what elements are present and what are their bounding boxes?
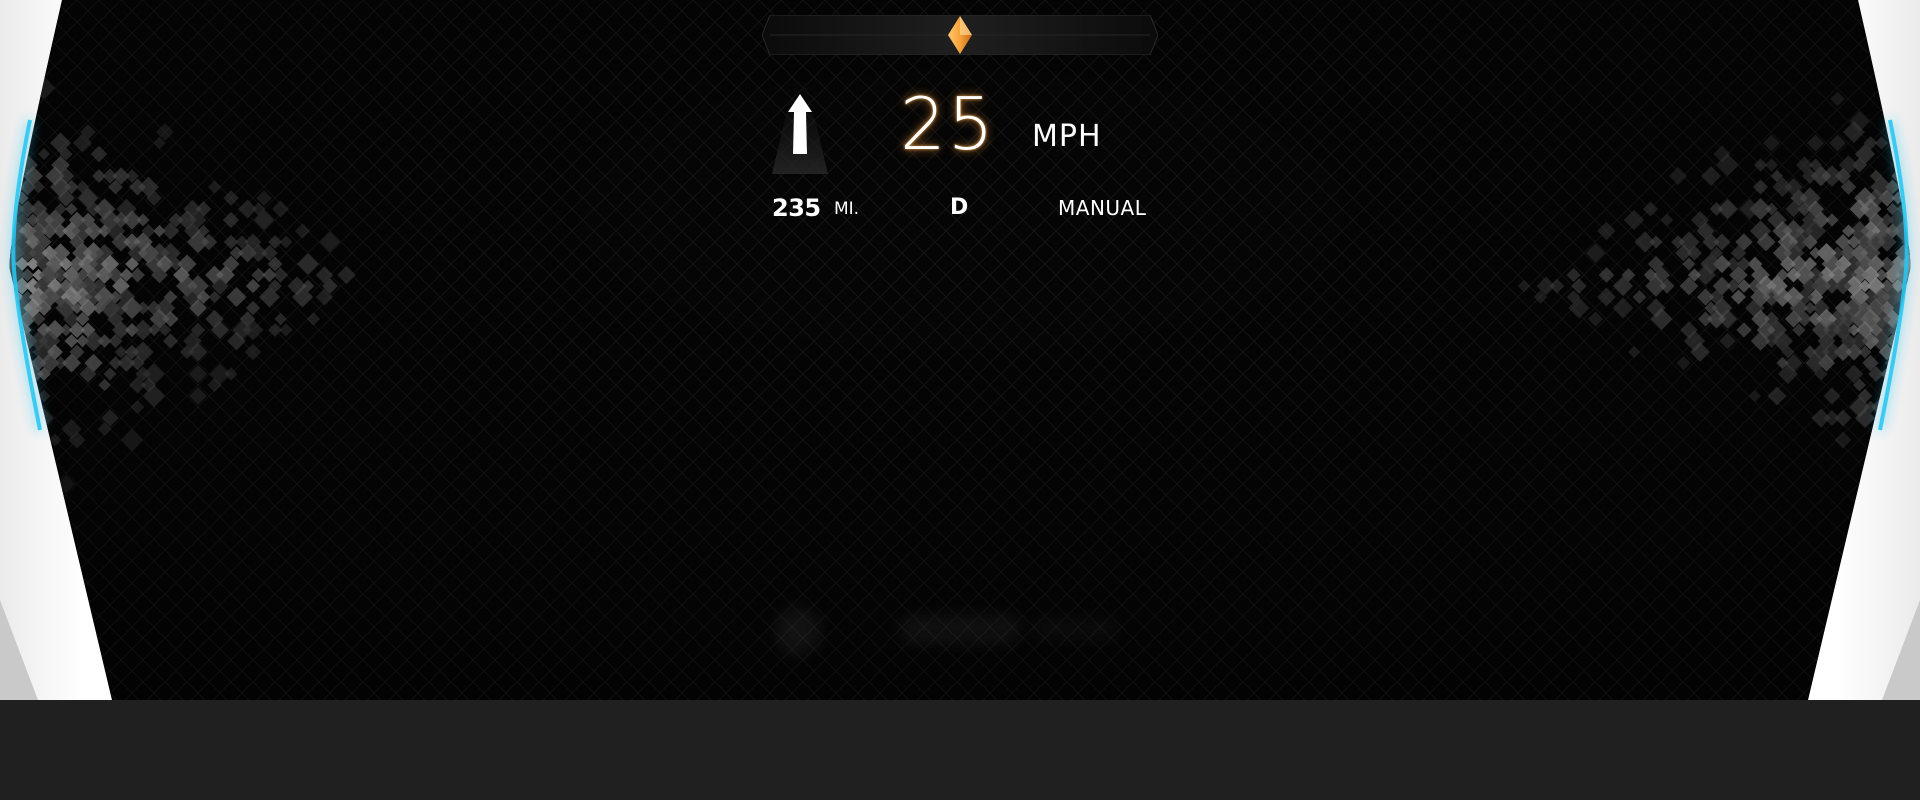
pixel-tile	[1902, 301, 1911, 315]
faded-indicator	[774, 608, 822, 656]
pixel-tile	[1905, 309, 1911, 329]
pixel-tile	[1911, 255, 1920, 272]
pixel-tile	[9, 165, 11, 187]
pixel-tile	[0, 148, 6, 161]
pixel-tile	[1911, 189, 1920, 206]
pixel-tile	[30, 442, 47, 460]
pixel-tile	[1911, 321, 1920, 338]
pixel-tile	[9, 375, 15, 395]
pixel-tile	[14, 102, 30, 118]
pixel-tile	[1905, 177, 1911, 197]
pixel-tile	[9, 397, 16, 417]
pixel-tile	[1892, 396, 1911, 418]
pixel-tile	[9, 178, 15, 196]
pixel-tile	[1900, 343, 1911, 361]
pixel-tile	[9, 112, 14, 130]
bottom-bar	[0, 700, 1920, 800]
pixel-tile	[1887, 385, 1909, 407]
pixel-tile	[9, 122, 10, 142]
pixel-tile	[9, 389, 18, 403]
pixel-tile	[9, 298, 10, 318]
pixel-tile	[0, 257, 7, 271]
pixel-tile	[1884, 442, 1901, 460]
pixel-tile	[9, 375, 26, 395]
pixel-tile	[1912, 344, 1920, 360]
pixel-tile	[1911, 299, 1920, 318]
faded-indicator	[1030, 618, 1120, 642]
gear-indicator: D	[950, 195, 969, 220]
pixel-tile	[1904, 286, 1911, 308]
pixel-tile	[1900, 167, 1911, 185]
pixel-tile	[9, 352, 17, 374]
range-unit: MI.	[834, 199, 860, 219]
pixel-tile	[1895, 421, 1911, 437]
pixel-tile	[1901, 388, 1911, 404]
pixel-tile	[1910, 78, 1911, 98]
pixel-tile	[1897, 114, 1910, 128]
pixel-tile	[1911, 123, 1920, 141]
pixel-tile	[1900, 409, 1911, 427]
pixel-tile	[1905, 397, 1911, 417]
pixel-tile	[36, 454, 52, 470]
drive-mode-label: MANUAL	[1058, 196, 1147, 220]
speed-unit: MPH	[1032, 119, 1102, 154]
pixel-tile	[1906, 354, 1911, 372]
pixel-tile	[9, 342, 21, 362]
pixel-tile	[1914, 170, 1920, 182]
pixel-tile	[9, 134, 25, 152]
pixel-tile	[9, 355, 25, 371]
pixel-tile	[1912, 278, 1920, 294]
pixel-tile	[9, 290, 12, 304]
bezel-wedge-right	[1882, 600, 1920, 700]
pixel-tile	[1911, 233, 1920, 251]
pixel-tile	[9, 422, 13, 436]
pixel-tile	[9, 157, 14, 173]
pixel-tile	[1870, 462, 1893, 484]
speed-value: 25	[900, 82, 996, 166]
pixel-tile	[9, 147, 18, 161]
pixel-tile	[1907, 223, 1911, 239]
pixel-tile	[0, 475, 9, 494]
pixel-tile	[1904, 374, 1911, 396]
pixel-tile	[1908, 422, 1911, 436]
pixel-tile	[9, 308, 16, 330]
pixel-tile	[0, 321, 9, 340]
pixel-tile	[1891, 455, 1905, 469]
pixel-tile	[0, 366, 8, 382]
pixel-tile	[1882, 67, 1903, 87]
straight-arrow-icon	[772, 82, 828, 174]
pixel-tile	[9, 365, 20, 383]
pixel-tile	[9, 386, 10, 406]
pixel-tile	[1896, 356, 1911, 370]
pixel-tile	[0, 277, 9, 295]
heading-indicator	[762, 15, 1158, 55]
pixel-tile	[1890, 432, 1906, 448]
pixel-tile	[1904, 199, 1911, 219]
faded-indicator	[900, 615, 1020, 645]
instrument-cluster: 25 MPH 235 MI. D MANUAL	[0, 0, 1920, 700]
pixel-tile	[1909, 429, 1911, 451]
pixel-tile	[9, 321, 20, 339]
pixel-tile	[11, 451, 33, 473]
pixel-tile	[1911, 409, 1920, 426]
pixel-tile	[9, 187, 11, 209]
pixel-tile	[0, 346, 6, 358]
range-value: 235	[772, 194, 821, 222]
pixel-tile	[1908, 444, 1911, 458]
pixel-tile	[18, 419, 37, 439]
pixel-tile	[1890, 102, 1906, 118]
bezel-wedge-left	[0, 600, 38, 700]
pixel-tile	[0, 102, 8, 118]
pixel-tile	[0, 412, 6, 424]
pixel-tile	[9, 202, 12, 216]
